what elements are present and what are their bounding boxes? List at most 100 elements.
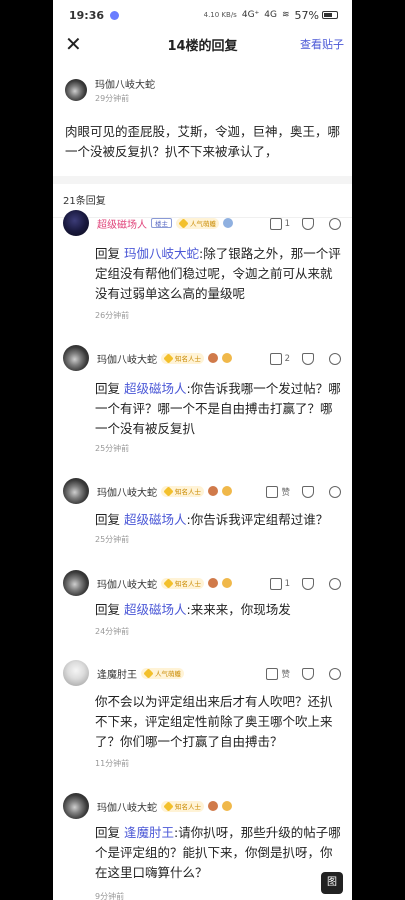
reply-prefix: 回复 [95,602,121,617]
like-count: 赞 [281,670,290,680]
reply-button[interactable] [329,218,344,230]
reply-time: 26分钟前 [95,311,130,320]
reply-prefix: 回复 [95,825,121,840]
image-button[interactable]: 图 [321,872,343,894]
list-item: 玛伽八岐大蛇 知名人士 回复 逢魔肘王:请你扒呀，那些升级的帖子哪个是评定组的？… [53,793,352,900]
like-button[interactable]: 赞 [266,668,290,680]
reply-username[interactable]: 逢魔肘王 [97,666,137,681]
reply-time: 25分钟前 [95,535,130,544]
reply-button[interactable] [329,668,344,680]
thumbs-up-icon [269,578,282,590]
badge-label: 知名人士 [175,355,201,363]
gem-icon [163,485,174,497]
avatar[interactable] [63,478,89,504]
level-badge: 知名人士 [161,485,204,497]
reply-button[interactable] [329,578,344,590]
battery-percent: 57% [294,8,319,22]
like-button[interactable]: 1 [269,218,290,230]
reply-prefix: 回复 [95,246,121,261]
op-time: 29分钟前 [95,94,130,103]
reply-time: 11分钟前 [95,759,130,768]
badge-label: 知名人士 [175,488,201,496]
nav-bar: ✕ 14楼的回复 查看贴子 [53,30,352,58]
reply-username[interactable]: 玛伽八岐大蛇 [97,576,157,591]
cat-icon [222,353,232,363]
reply-mention[interactable]: 超级磁场人 [124,602,187,617]
like-button[interactable]: 1 [269,578,290,590]
comment-icon [329,218,341,230]
dislike-button[interactable] [302,353,317,365]
battery: 57% [295,9,338,22]
original-comment: 玛伽八岐大蛇 29分钟前 肉眼可见的歪屁股，艾斯，令迦，巨神，奥王，哪一个没被反… [53,58,352,170]
reply-username[interactable]: 玛伽八岐大蛇 [97,799,157,814]
thumbs-down-icon [302,353,314,365]
avatar[interactable] [65,79,87,101]
reply-mention[interactable]: 玛伽八岐大蛇 [124,246,199,261]
reply-actions: 1 [258,218,344,230]
badge-label: 知名人士 [175,803,201,811]
comment-icon [329,486,341,498]
signal-4g: 4G [264,10,277,20]
reply-button[interactable] [329,353,344,365]
medal-icon [223,218,233,228]
reply-text: 回复 超级磁场人:你告诉我哪一个发过帖？哪一个有评？哪一个不是自由搏击打赢了？哪… [95,379,342,439]
reply-actions: 1 [258,578,344,590]
net-speed: 4.10 KB/s [203,11,237,19]
dislike-button[interactable] [302,578,317,590]
dislike-button[interactable] [302,668,317,680]
like-count: 2 [284,354,290,364]
reply-text: 你不会以为评定组出来后才有人吹吧？还扒不下来，评定组定性前除了奥王哪个吹上来了？… [95,692,342,752]
like-button[interactable]: 赞 [266,486,290,498]
reply-username[interactable]: 超级磁场人 [97,216,147,231]
avatar[interactable] [63,793,89,819]
avatar[interactable] [63,570,89,596]
reply-content: :来来来，你现场发 [186,602,291,617]
thumbs-down-icon [302,668,314,680]
badge-label: 知名人士 [175,580,201,588]
thumbs-up-icon [269,218,282,230]
like-count: 1 [284,219,290,229]
level-badge: 人气萌蠖 [176,217,219,229]
gem-icon [163,352,174,364]
avatar[interactable] [63,660,89,686]
op-user-row: 玛伽八岐大蛇 29分钟前 [65,76,340,104]
comment-icon [329,668,341,680]
wifi-icon: ≋ [282,10,290,20]
reply-content: 你不会以为评定组出来后才有人吹吧？还扒不下来，评定组定性前除了奥王哪个吹上来了？… [95,694,333,749]
level-badge: 知名人士 [161,352,204,364]
level-badge: 知名人士 [161,577,204,589]
reply-text: 回复 超级磁场人:你告诉我评定组帮过谁？ [95,510,342,530]
dislike-button[interactable] [302,486,317,498]
reply-actions: 2 [258,353,344,365]
list-item: 超级磁场人 楼主 人气萌蠖 1 回复 玛伽八岐大蛇:除了银路之外，那一个评定组没… [53,210,352,330]
medal-icon [208,486,218,496]
reply-button[interactable] [329,486,344,498]
thumbs-up-icon [266,668,279,680]
battery-icon [322,11,338,19]
thumbs-up-icon [266,486,279,498]
view-post-link[interactable]: 查看贴子 [300,36,344,52]
reply-mention[interactable]: 超级磁场人 [124,512,187,527]
avatar[interactable] [63,345,89,371]
dislike-button[interactable] [302,218,317,230]
list-item: 玛伽八岐大蛇 知名人士 1 回复 超级磁场人:来来来，你现场发 24分钟前 [53,570,352,645]
section-divider [53,176,352,184]
reply-username[interactable]: 玛伽八岐大蛇 [97,484,157,499]
op-username[interactable]: 玛伽八岐大蛇 [95,76,155,91]
cat-icon [222,801,232,811]
like-button[interactable]: 2 [269,353,290,365]
op-body: 肉眼可见的歪屁股，艾斯，令迦，巨神，奥王，哪一个没被反复扒？扒不下来被承认了， [65,124,341,159]
comment-icon [329,578,341,590]
reply-content: :你告诉我评定组帮过谁？ [186,512,329,527]
list-item: 逢魔肘王 人气萌蠖 赞 你不会以为评定组出来后才有人吹吧？还扒不下来，评定组定性… [53,660,352,775]
reply-actions: 赞 [254,668,344,680]
avatar[interactable] [63,210,89,236]
reply-mention[interactable]: 超级磁场人 [124,381,187,396]
close-icon[interactable]: ✕ [65,34,85,54]
status-time: 19:36 [69,8,105,22]
level-badge: 人气萌蠖 [141,667,184,679]
reply-username[interactable]: 玛伽八岐大蛇 [97,351,157,366]
reply-mention[interactable]: 逢魔肘王 [124,825,174,840]
thumbs-down-icon [302,218,314,230]
gem-icon [163,577,174,589]
